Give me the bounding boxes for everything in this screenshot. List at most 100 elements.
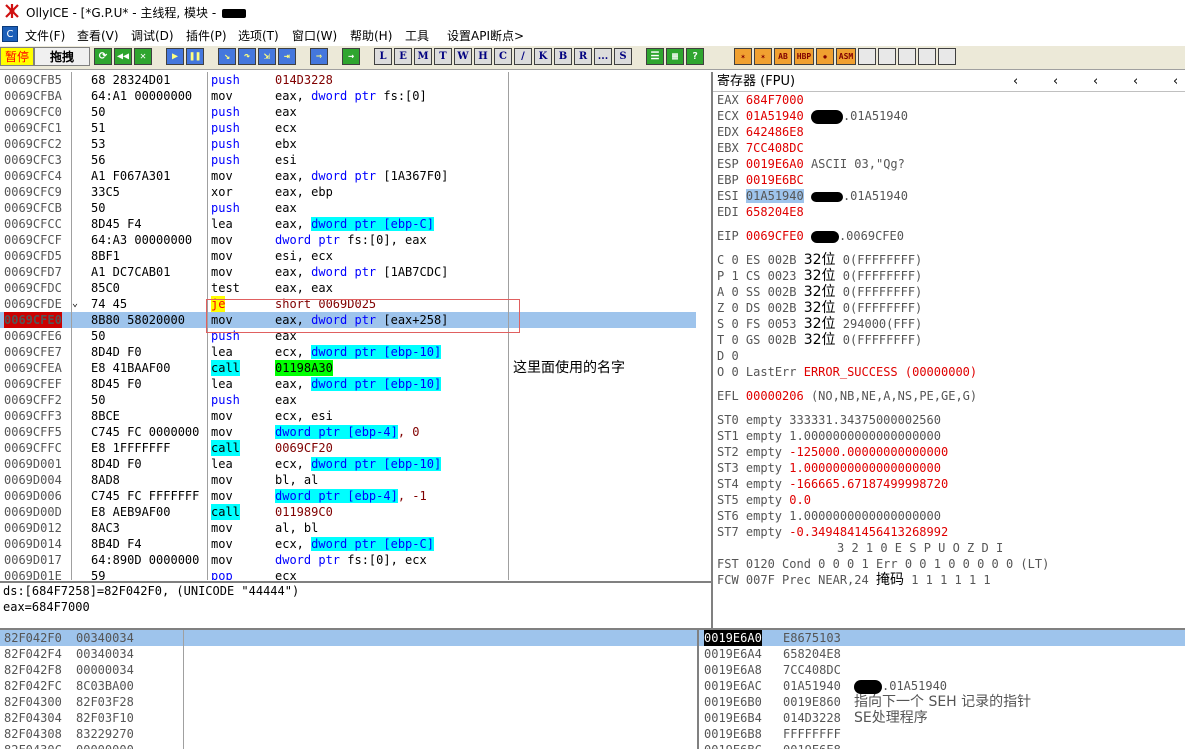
disasm-row[interactable]: 0069CFEA E8 41BAAF00 call 01198A30 这里面使用的名字: [0, 360, 696, 376]
open-icon[interactable]: ⟳: [94, 48, 112, 65]
dump-row[interactable]: 82F04304 82F03F10: [0, 710, 697, 726]
chevron-left-icon[interactable]: ‹: [1093, 72, 1098, 91]
list-icon[interactable]: ☰: [646, 48, 664, 65]
disasm-row[interactable]: 0069CFF3 8BCE mov ecx, esi: [0, 408, 696, 424]
disasm-row[interactable]: 0069CFDC 85C0 test eax, eax: [0, 280, 696, 296]
disasm-row[interactable]: 0069D006 C745 FC FFFFFFF mov dword ptr [ebp…: [0, 488, 696, 504]
step-over-icon[interactable]: ↷: [238, 48, 256, 65]
toolbar-blank-3[interactable]: [898, 48, 916, 65]
toolbar-blank-1[interactable]: [858, 48, 876, 65]
reg-ebx[interactable]: EBX 7CC408DC: [717, 140, 804, 156]
plugin-1-icon[interactable]: ✶: [734, 48, 752, 65]
disasm-row[interactable]: 0069CFF2 50 push eax: [0, 392, 696, 408]
dump-row[interactable]: 82F042F4 00340034: [0, 646, 697, 662]
flag-t[interactable]: T 0 GS 002B 32位 0(FFFFFFFF): [717, 332, 922, 348]
cpu-button[interactable]: C: [494, 48, 512, 65]
plugin-ab-icon[interactable]: AB: [774, 48, 792, 65]
menu-set-api-breakpoint[interactable]: 设置API断点>: [447, 27, 524, 44]
reg-edx[interactable]: EDX 642486E8: [717, 124, 804, 140]
dump-row[interactable]: 82F0430C 00000000: [0, 742, 697, 749]
dump-row[interactable]: 82F042F0 00340034: [0, 630, 697, 646]
menu-debug[interactable]: 调试(D): [131, 27, 174, 44]
disasm-row[interactable]: 0069CFD7 A1 DC7CAB01 mov eax, dword ptr [1A…: [0, 264, 696, 280]
menu-options[interactable]: 选项(T): [238, 27, 279, 44]
fpu-st1[interactable]: ST1 empty 1.0000000000000000000: [717, 428, 941, 444]
stack-row[interactable]: 0019E6A8 7CC408DC: [699, 662, 1185, 678]
menu-view[interactable]: 查看(V): [77, 27, 119, 44]
reg-efl[interactable]: EFL 00000206 (NO,NB,NE,A,NS,PE,GE,G): [717, 388, 977, 404]
toolbar-blank-5[interactable]: [938, 48, 956, 65]
pause-icon[interactable]: ❚❚: [186, 48, 204, 65]
drag-plugin-button[interactable]: 拖拽: [34, 47, 90, 66]
fpu-st7[interactable]: ST7 empty -0.3494841456413268992: [717, 524, 948, 540]
flag-o[interactable]: O 0 LastErr ERROR_SUCCESS (00000000): [717, 364, 977, 380]
fpu-status-word[interactable]: FST 0120 Cond 0 0 0 1 Err 0 0 1 0 0 0 0 …: [717, 556, 1049, 572]
flag-s[interactable]: S 0 FS 0053 32位 294000(FFF): [717, 316, 922, 332]
source-button[interactable]: S: [614, 48, 632, 65]
reg-esi[interactable]: ESI 01A51940 .01A51940: [717, 188, 908, 204]
reg-edi[interactable]: EDI 658204E8: [717, 204, 804, 220]
disasm-row[interactable]: 0069CFEF 8D45 F0 lea eax, dword ptr [ebp-10…: [0, 376, 696, 392]
options-icon[interactable]: ▦: [666, 48, 684, 65]
plugin-asm-button[interactable]: ASM: [836, 48, 856, 65]
disasm-row[interactable]: 0069CFB5 68 28324D01 push 014D3228: [0, 72, 696, 88]
threads-button[interactable]: T: [434, 48, 452, 65]
stack-row[interactable]: 0019E6A4 658204E8: [699, 646, 1185, 662]
disasm-row[interactable]: 0069CFCF 64:A3 00000000 mov dword ptr fs:[0…: [0, 232, 696, 248]
memory-dump-pane[interactable]: 82F042F0 00340034 82F042F4 00340034 82F042F8…: [0, 630, 697, 749]
windows-button[interactable]: W: [454, 48, 472, 65]
plugin-hbp-button[interactable]: HBP: [794, 48, 814, 65]
reg-ebp[interactable]: EBP 0019E6BC: [717, 172, 804, 188]
references-button[interactable]: R: [574, 48, 592, 65]
menu-window[interactable]: 窗口(W): [292, 27, 337, 44]
close-icon[interactable]: ✕: [134, 48, 152, 65]
executable-modules-button[interactable]: E: [394, 48, 412, 65]
stack-row[interactable]: 0019E6A0 E8675103: [699, 630, 1185, 646]
log-window-button[interactable]: L: [374, 48, 392, 65]
run-trace-button[interactable]: ...: [594, 48, 612, 65]
disasm-row[interactable]: 0069D017 64:890D 0000000 mov dword ptr fs:[…: [0, 552, 696, 568]
menu-tools[interactable]: 工具: [405, 27, 429, 44]
disasm-row[interactable]: 0069CFBA 64:A1 00000000 mov eax, dword ptr …: [0, 88, 696, 104]
toolbar-blank-4[interactable]: [918, 48, 936, 65]
plugin-2-icon[interactable]: ✶: [754, 48, 772, 65]
registers-pane[interactable]: 寄存器 (FPU) ‹ ‹ ‹ ‹ ‹ EAX 684F7000 ECX 01A…: [713, 72, 1185, 627]
flag-a[interactable]: A 0 SS 002B 32位 0(FFFFFFFF): [717, 284, 922, 300]
dump-row[interactable]: 82F042F8 00000034: [0, 662, 697, 678]
menu-help[interactable]: 帮助(H): [350, 27, 392, 44]
registers-header[interactable]: 寄存器 (FPU) ‹ ‹ ‹ ‹ ‹: [713, 72, 1185, 92]
fpu-st4[interactable]: ST4 empty -166665.67187499998720: [717, 476, 948, 492]
disasm-row[interactable]: 0069D001 8D4D F0 lea ecx, dword ptr [ebp-10…: [0, 456, 696, 472]
chevron-left-icon[interactable]: ‹: [1013, 72, 1018, 91]
flag-d[interactable]: D 0: [717, 348, 739, 364]
disasm-row[interactable]: 0069CFE7 8D4D F0 lea ecx, dword ptr [ebp-10…: [0, 344, 696, 360]
plugin-gear-icon[interactable]: ✹: [816, 48, 834, 65]
stack-row[interactable]: 0019E6B0 0019E860 指向下一个 SEH 记录的指针: [699, 694, 1185, 710]
disasm-row[interactable]: 0069CFC1 51 push ecx: [0, 120, 696, 136]
disasm-row[interactable]: 0069CFCC 8D45 F4 lea eax, dword ptr [ebp-C]: [0, 216, 696, 232]
fpu-control-word[interactable]: FCW 007F Prec NEAR,24 掩码 1 1 1 1 1 1: [717, 572, 991, 588]
chevron-left-icon[interactable]: ‹: [1173, 72, 1178, 91]
handles-button[interactable]: H: [474, 48, 492, 65]
fpu-st0[interactable]: ST0 empty 333331.34375000002560: [717, 412, 941, 428]
fpu-st2[interactable]: ST2 empty -125000.00000000000000: [717, 444, 948, 460]
stack-pane[interactable]: 0019E6A0 E8675103 0019E6A4 658204E8 0019E6A8…: [699, 630, 1185, 749]
help-icon[interactable]: ?: [686, 48, 704, 65]
stack-row[interactable]: 0019E6B8 FFFFFFFF: [699, 726, 1185, 742]
disasm-row[interactable]: 0069CFD5 8BF1 mov esi, ecx: [0, 248, 696, 264]
trace-into-icon[interactable]: ⇲: [258, 48, 276, 65]
goto-icon[interactable]: →: [342, 48, 360, 65]
flag-p[interactable]: P 1 CS 0023 32位 0(FFFFFFFF): [717, 268, 922, 284]
disasm-row[interactable]: 0069CFC0 50 push eax: [0, 104, 696, 120]
toolbar-blank-2[interactable]: [878, 48, 896, 65]
reg-esp[interactable]: ESP 0019E6A0 ASCII 03,"Qg?: [717, 156, 905, 172]
reg-eip[interactable]: EIP 0069CFE0 .0069CFE0: [717, 228, 904, 244]
flag-z[interactable]: Z 0 DS 002B 32位 0(FFFFFFFF): [717, 300, 922, 316]
fpu-st5[interactable]: ST5 empty 0.0: [717, 492, 811, 508]
disasm-row[interactable]: 0069D00D E8 AEB9AF00 call 011989C0: [0, 504, 696, 520]
dump-row[interactable]: 82F04300 82F03F28: [0, 694, 697, 710]
disasm-row[interactable]: 0069CFC2 53 push ebx: [0, 136, 696, 152]
disasm-row[interactable]: 0069CFFC E8 1FFFFFFF call 0069CF20: [0, 440, 696, 456]
flag-c[interactable]: C 0 ES 002B 32位 0(FFFFFFFF): [717, 252, 922, 268]
memory-map-button[interactable]: M: [414, 48, 432, 65]
